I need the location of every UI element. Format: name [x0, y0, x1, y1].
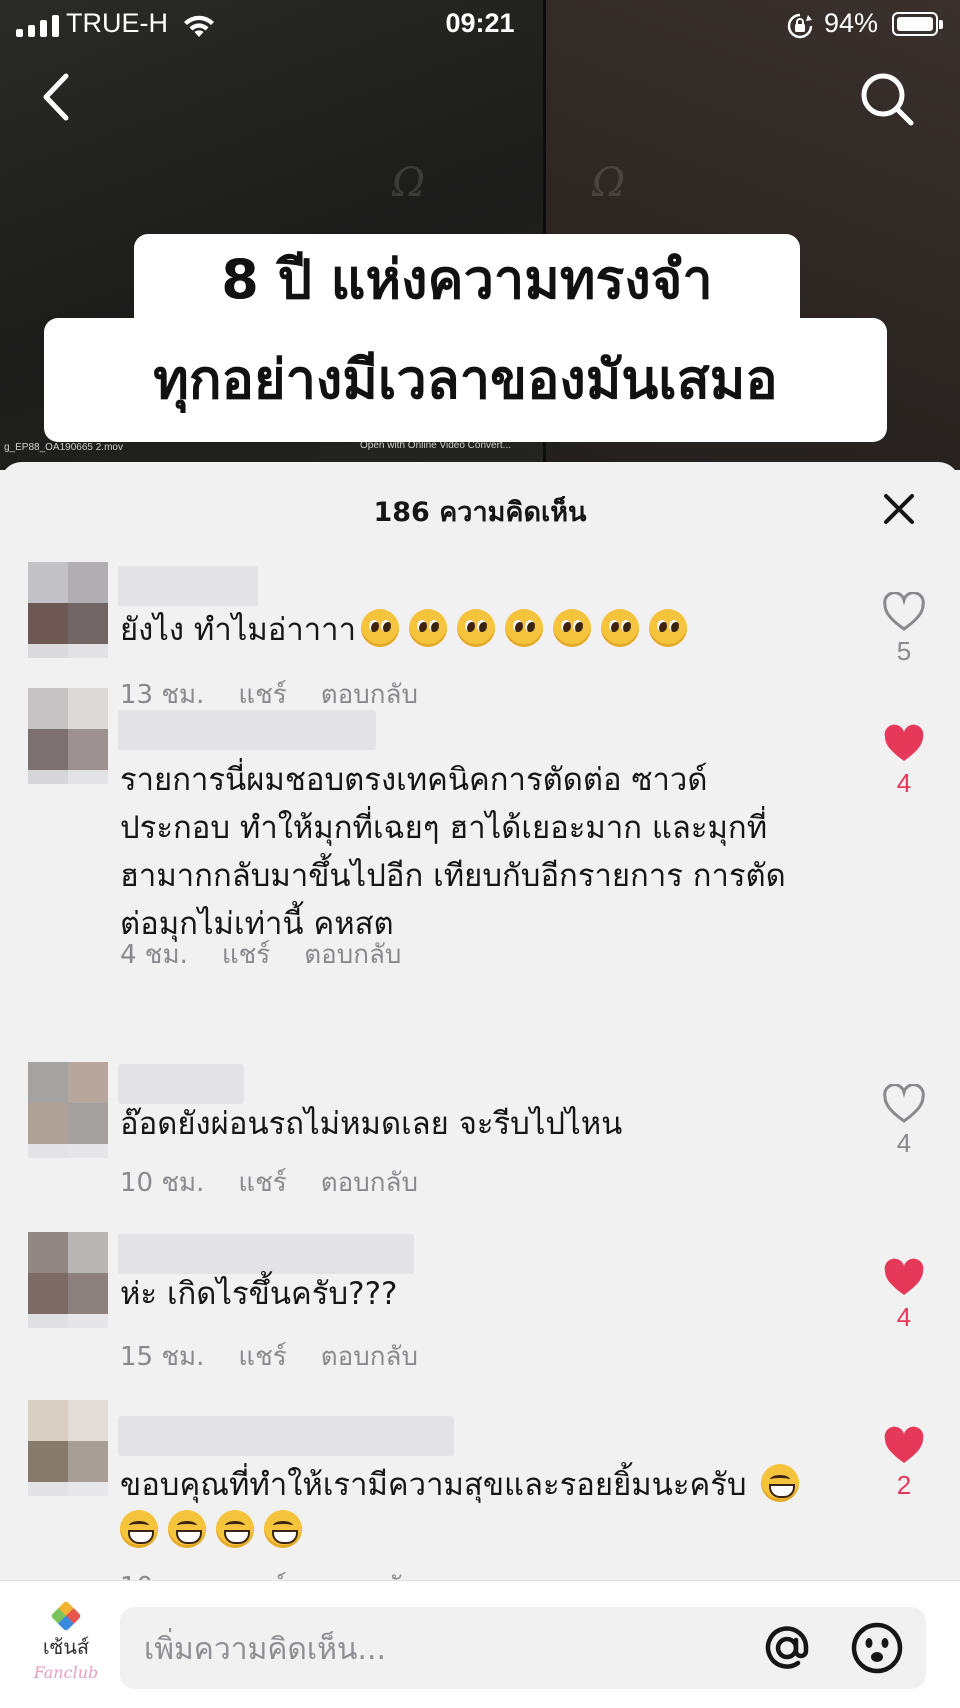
video-file-label: g_EP88_OA190665 2.mov	[4, 442, 123, 453]
video-background[interactable]: Ω Ω g_EP88_OA190665 2.mov Open with Onli…	[0, 0, 960, 470]
heart-filled-icon	[884, 1426, 924, 1463]
pleading-face-emoji-icon	[457, 609, 495, 647]
grinning-face-emoji-icon	[168, 1510, 206, 1548]
comment-input-bar: เซ้นส์ Fanclub	[0, 1580, 960, 1708]
emoji-picker-icon[interactable]	[850, 1621, 904, 1675]
rotation-lock-icon	[787, 13, 813, 39]
avatar[interactable]	[28, 562, 108, 658]
like-count: 4	[896, 1302, 912, 1332]
comment-input[interactable]	[142, 1607, 746, 1691]
avatar[interactable]	[28, 688, 108, 784]
reply-link[interactable]: ตอบกลับ	[321, 680, 418, 710]
comments-sheet: 186 ความคิดเห็น ยังไง ทำไมอ่าาาา 13 ชม. แ…	[0, 462, 960, 1707]
brand-logo: เซ้นส์ Fanclub	[26, 1600, 106, 1685]
like-button[interactable]: 2	[880, 1426, 928, 1501]
username-blurred[interactable]	[118, 1416, 454, 1456]
share-link[interactable]: แชร์	[222, 940, 270, 970]
video-watermark-left: Ω	[392, 160, 426, 206]
grinning-face-emoji-icon	[120, 1510, 158, 1548]
username-blurred[interactable]	[118, 1234, 414, 1274]
comment-text: อ๊อดยังผ่อนรถไม่หมดเลย จะรีบไปไหน	[120, 1106, 623, 1142]
comments-count-title: 186 ความคิดเห็น	[373, 497, 587, 528]
comment-text: ยังไง ทำไมอ่าาาา	[120, 606, 840, 654]
pleading-face-emoji-icon	[553, 609, 591, 647]
like-count: 5	[896, 636, 912, 666]
heart-filled-icon	[884, 1258, 924, 1295]
pleading-face-emoji-icon	[601, 609, 639, 647]
brand-subtext: Fanclub	[33, 1663, 99, 1682]
brand-cube-icon	[50, 1600, 82, 1632]
video-caption-line2: ทุกอย่างมีเวลาของมันเสมอ	[44, 318, 887, 442]
like-count: 2	[896, 1470, 912, 1500]
reply-link[interactable]: ตอบกลับ	[304, 940, 401, 970]
pleading-face-emoji-icon	[409, 609, 447, 647]
battery-icon	[892, 12, 943, 36]
video-caption-line1: 8 ปี แห่งความทรงจำ	[134, 234, 800, 326]
like-button[interactable]: 5	[880, 592, 928, 667]
share-link[interactable]: แชร์	[238, 680, 286, 710]
share-link[interactable]: แชร์	[238, 1342, 286, 1372]
username-blurred[interactable]	[118, 710, 376, 750]
reply-link[interactable]: ตอบกลับ	[321, 1342, 418, 1372]
video-watermark-right: Ω	[592, 160, 626, 206]
reply-link[interactable]: ตอบกลับ	[321, 1168, 418, 1198]
pleading-face-emoji-icon	[361, 609, 399, 647]
comment-input-container[interactable]	[120, 1607, 926, 1691]
heart-outline-icon	[883, 592, 925, 631]
pleading-face-emoji-icon	[505, 609, 543, 647]
clock: 09:21	[445, 8, 515, 38]
mention-at-icon[interactable]	[760, 1621, 814, 1675]
comment-time: 15 ชม.	[120, 1342, 205, 1372]
brand-text: เซ้นส์	[42, 1635, 90, 1659]
share-link[interactable]: แชร์	[238, 1168, 286, 1198]
pleading-face-emoji-icon	[649, 609, 687, 647]
grinning-face-emoji-icon	[264, 1510, 302, 1548]
username-blurred[interactable]	[118, 1064, 244, 1104]
heart-outline-icon	[883, 1084, 925, 1123]
comment-meta: 13 ชม. แชร์ ตอบกลับ	[120, 674, 452, 715]
comment-time: 10 ชม.	[120, 1168, 205, 1198]
close-icon[interactable]	[878, 488, 920, 530]
username-blurred[interactable]	[118, 566, 258, 606]
back-chevron-icon[interactable]	[36, 70, 76, 124]
comment-meta: 15 ชม. แชร์ ตอบกลับ	[120, 1336, 452, 1377]
grinning-face-emoji-icon	[761, 1464, 800, 1502]
comment-time: 13 ชม.	[120, 680, 205, 710]
comment-text: ห่ะ เกิดไรขึ้นครับ???	[120, 1276, 398, 1312]
search-icon[interactable]	[858, 70, 916, 128]
comment-meta: 4 ชม. แชร์ ตอบกลับ	[120, 934, 435, 975]
avatar[interactable]	[28, 1232, 108, 1328]
comment-text: ขอบคุณที่ทำให้เรามีความสุขและรอยยิ้มนะคร…	[120, 1462, 840, 1554]
like-button[interactable]: 4	[880, 1258, 928, 1333]
comment-time: 4 ชม.	[120, 940, 188, 970]
avatar[interactable]	[28, 1062, 108, 1158]
comment-meta: 10 ชม. แชร์ ตอบกลับ	[120, 1162, 452, 1203]
battery-percent: 94%	[824, 8, 879, 38]
grinning-face-emoji-icon	[216, 1510, 254, 1548]
like-button[interactable]: 4	[880, 724, 928, 799]
pleading-emoji-group	[356, 609, 692, 648]
avatar[interactable]	[28, 1400, 108, 1496]
status-bar: TRUE-H 09:21 94%	[0, 0, 960, 50]
comment-text: รายการนี่ผมชอบตรงเทคนิคการตัดต่อ ซาวด์ ป…	[120, 762, 786, 942]
like-button[interactable]: 4	[880, 1084, 928, 1159]
like-count: 4	[896, 1128, 912, 1158]
heart-filled-icon	[884, 724, 924, 761]
like-count: 4	[896, 768, 912, 798]
